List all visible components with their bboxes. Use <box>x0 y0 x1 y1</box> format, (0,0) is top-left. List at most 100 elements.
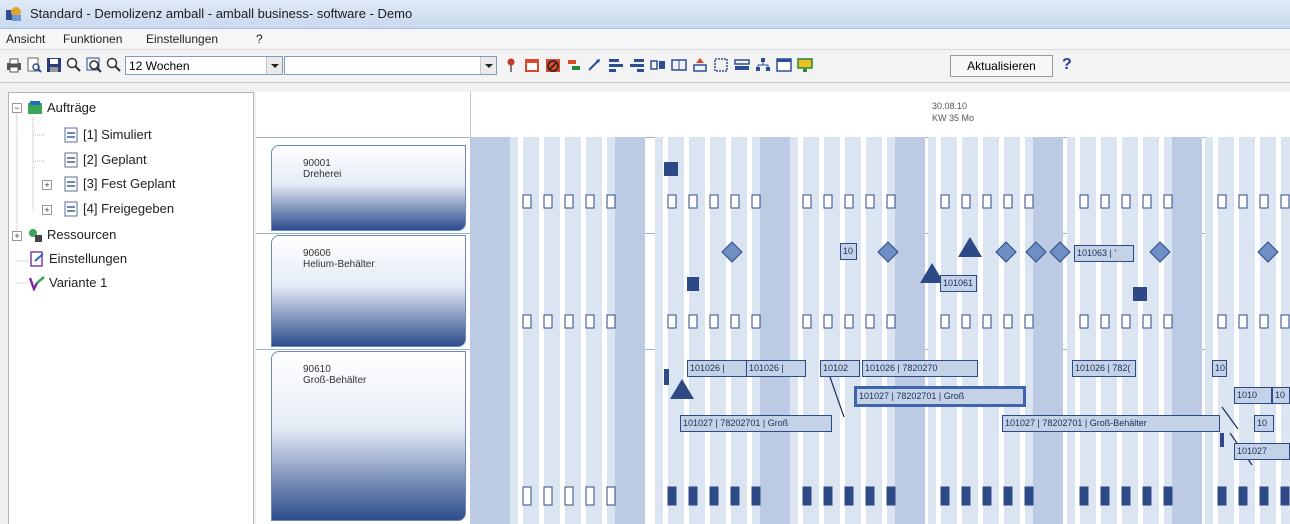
menu-ansicht[interactable]: Ansicht <box>6 32 45 46</box>
chevron-down-icon[interactable] <box>266 57 282 74</box>
calendar-icon[interactable] <box>524 57 540 73</box>
gantt-chart: 30.08.10 KW 35 Mo 90001 Dreherei 90606 H… <box>256 92 1290 524</box>
link-arrow-icon[interactable] <box>587 57 603 73</box>
move-up-icon[interactable] <box>692 57 708 73</box>
print-icon[interactable] <box>6 57 22 73</box>
task-bar[interactable]: 101027 | 78202701 | Groß <box>680 415 832 432</box>
merge-bar-icon[interactable] <box>671 57 687 73</box>
zoom-in-icon[interactable] <box>66 57 82 73</box>
menu-help[interactable]: ? <box>256 32 263 46</box>
task-bar[interactable]: 101026 | 782( <box>1072 360 1136 377</box>
task-bar[interactable]: 101063 | ' <box>1074 245 1134 262</box>
capacity-marker <box>709 314 719 329</box>
capacity-marker <box>543 314 553 329</box>
capacity-marker <box>667 314 677 329</box>
window-icon[interactable] <box>776 57 792 73</box>
expand-icon[interactable] <box>713 57 729 73</box>
resource-display-icon[interactable] <box>797 57 813 73</box>
day-separator <box>663 137 668 524</box>
capacity-marker <box>564 194 574 209</box>
day-separator <box>882 137 887 524</box>
resource-label-90606[interactable]: 90606 Helium-Behälter <box>271 235 466 347</box>
capacity-marker <box>961 194 971 209</box>
capacity-marker <box>1163 486 1173 506</box>
day-separator <box>840 137 845 524</box>
task-bar[interactable]: 101026 | <box>746 360 806 377</box>
capacity-marker <box>961 486 971 506</box>
variant-icon <box>29 276 45 291</box>
align-left-icon[interactable] <box>608 57 624 73</box>
header-date: 30.08.10 <box>932 101 968 111</box>
help-button[interactable]: ? <box>1062 56 1072 74</box>
weekend-band <box>615 137 645 524</box>
capacity-marker <box>844 194 854 209</box>
navigation-tree: − Aufträge [1] Simuliert [2] Geplant + [… <box>8 92 254 524</box>
task-bar[interactable]: 10102 <box>820 360 860 377</box>
zoom-out-icon[interactable] <box>106 57 122 73</box>
menu-funktionen[interactable]: Funktionen <box>63 32 122 46</box>
tree-item-label: [2] Geplant <box>83 152 147 167</box>
pin-icon[interactable] <box>503 57 519 73</box>
period-select[interactable]: 12 Wochen <box>125 56 283 75</box>
no-calendar-icon[interactable] <box>545 57 561 73</box>
capacity-marker <box>1024 314 1034 329</box>
capacity-marker <box>1238 486 1248 506</box>
task-bar[interactable]: 101026 | 7820270 <box>862 360 978 377</box>
tree-lines <box>16 107 45 284</box>
capacity-marker <box>982 314 992 329</box>
print-preview-icon[interactable] <box>26 57 42 73</box>
task-bar[interactable]: 101027 | 78202701 | Groß-Behälter <box>1002 415 1220 432</box>
zoom-area-icon[interactable] <box>86 57 102 73</box>
capacity-marker <box>1142 194 1152 209</box>
menu-einstellungen[interactable]: Einstellungen <box>146 32 218 46</box>
align-right-icon[interactable] <box>629 57 645 73</box>
collapse-toggle[interactable]: − <box>12 103 22 113</box>
task-bar[interactable]: 10 <box>1254 415 1274 432</box>
collapse-icon[interactable] <box>734 57 750 73</box>
capacity-marker <box>585 486 595 506</box>
split-bar-icon[interactable] <box>650 57 666 73</box>
capacity-marker <box>823 314 833 329</box>
toolbar: 12 Wochen Aktualisieren ? <box>0 50 1290 83</box>
resource-label-90001[interactable]: 90001 Dreherei <box>271 145 466 231</box>
expand-toggle[interactable]: + <box>12 231 22 241</box>
capacity-marker <box>751 486 761 506</box>
resource-up-icon[interactable] <box>566 57 582 73</box>
refresh-button[interactable]: Aktualisieren <box>950 55 1053 77</box>
capacity-marker <box>823 194 833 209</box>
day-separator <box>1234 137 1239 524</box>
task-bar[interactable]: 101061 | <box>940 275 977 292</box>
expand-toggle[interactable]: + <box>42 205 52 215</box>
amball-app-icon <box>6 7 21 21</box>
capacity-marker <box>1217 314 1227 329</box>
save-icon[interactable] <box>46 57 62 73</box>
gantt-header: 30.08.10 KW 35 Mo <box>256 92 1290 138</box>
document-icon <box>64 201 78 217</box>
chevron-down-icon[interactable] <box>480 57 496 74</box>
day-separator <box>747 137 752 524</box>
task-bar[interactable]: 1010 <box>1234 387 1272 404</box>
capacity-marker <box>606 314 616 329</box>
task-bar[interactable]: 10 <box>1212 360 1227 377</box>
capacity-marker <box>688 486 698 506</box>
window-title: Standard - Demolizenz amball - amball bu… <box>30 6 413 21</box>
capacity-marker <box>802 486 812 506</box>
capacity-marker <box>730 486 740 506</box>
task-bar[interactable]: 101027 <box>1234 443 1290 460</box>
task-bar-selected[interactable]: 101027 | 78202701 | Groß <box>854 386 1026 407</box>
capacity-marker <box>886 194 896 209</box>
resource-label-90610[interactable]: 90610 Groß-Behälter <box>271 351 466 521</box>
hierarchy-icon[interactable] <box>755 57 771 73</box>
capacity-marker <box>1217 194 1227 209</box>
resource-name: Dreherei <box>303 169 342 180</box>
task-bar[interactable]: 10 <box>1272 387 1290 404</box>
day-separator <box>1138 137 1143 524</box>
task-bar[interactable]: 101026 | <box>687 360 747 377</box>
expand-toggle[interactable]: + <box>42 180 52 190</box>
task-bar[interactable]: 10 <box>840 243 857 260</box>
day-separator <box>1020 137 1025 524</box>
filter-select[interactable] <box>284 56 497 75</box>
capacity-marker <box>1100 314 1110 329</box>
day-separator <box>861 137 866 524</box>
day-separator <box>957 137 962 524</box>
